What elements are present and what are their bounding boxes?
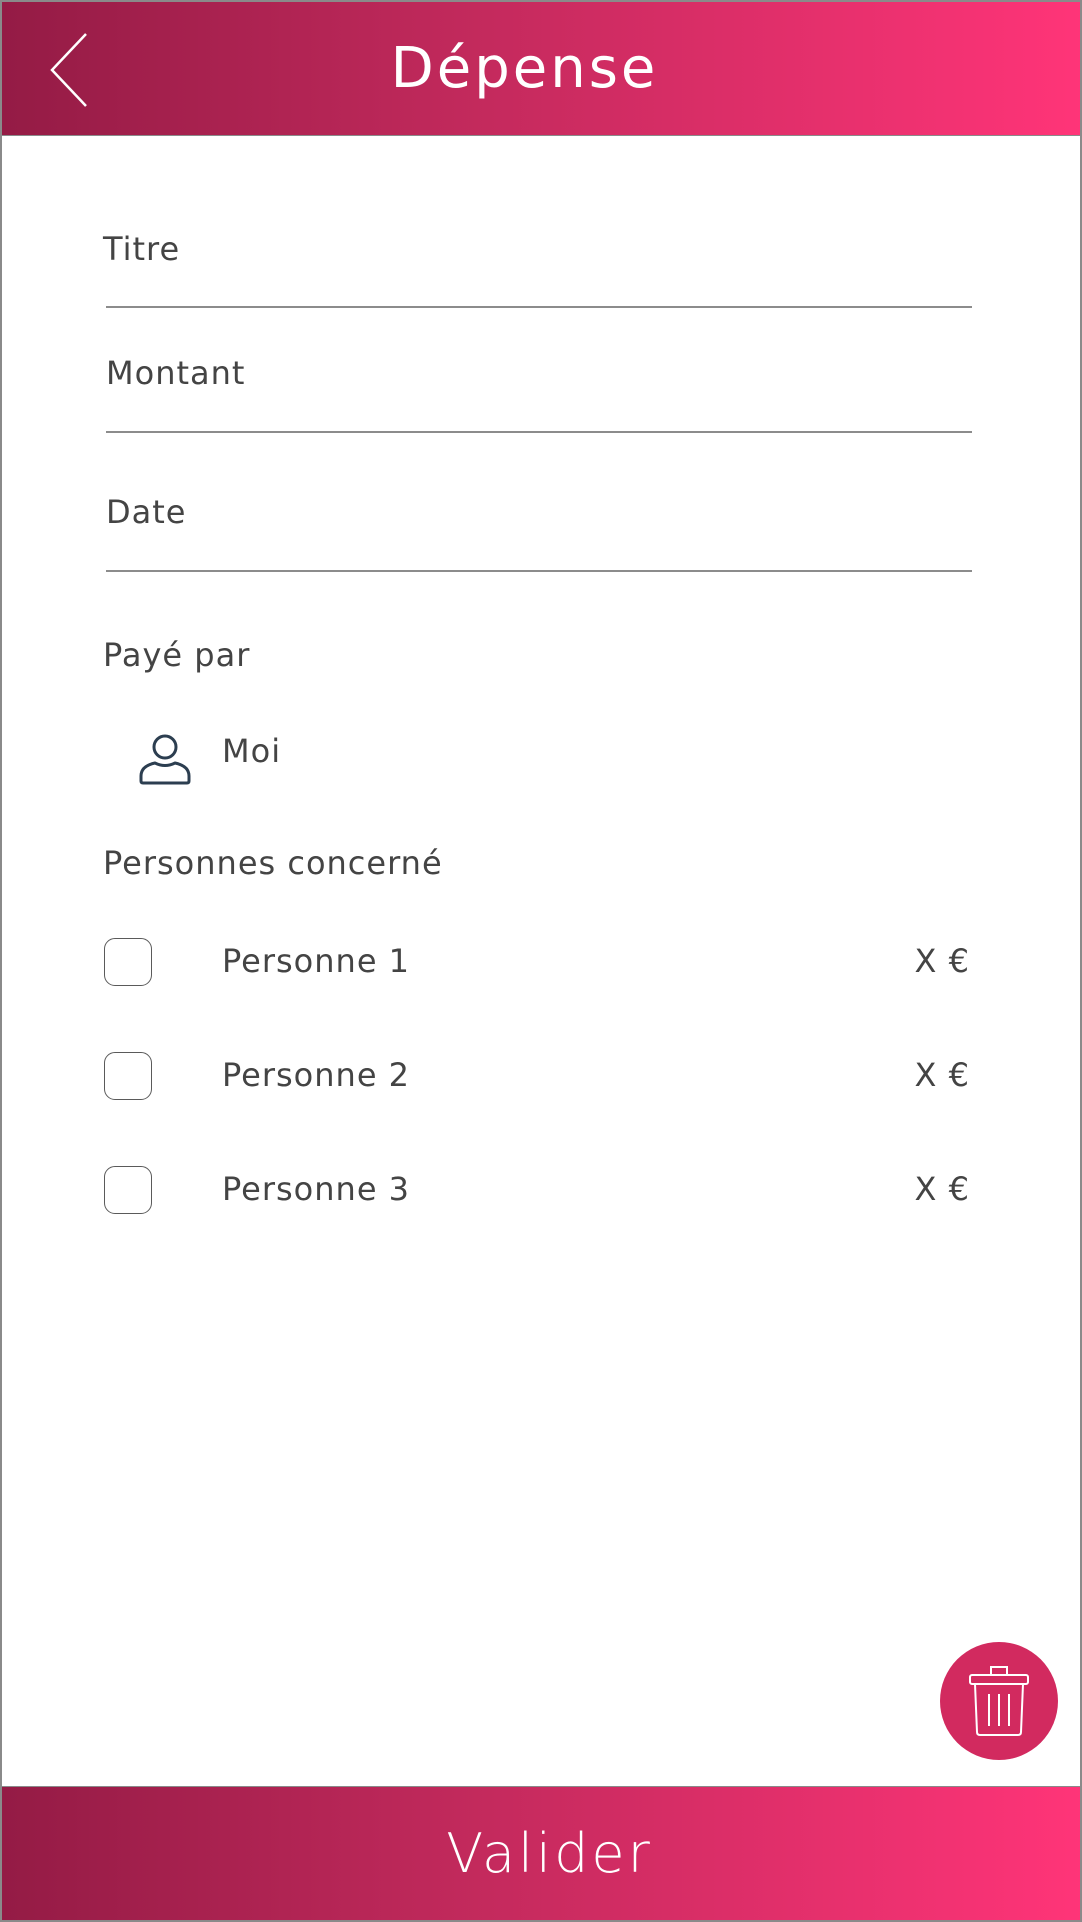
person-name: Personne 2	[222, 1056, 411, 1094]
amount-field-underline	[106, 431, 972, 433]
person-checkbox[interactable]	[104, 1166, 152, 1214]
amount-input[interactable]	[106, 362, 972, 432]
person-row: Personne 2 X €	[102, 1052, 977, 1108]
page-title: Dépense	[390, 36, 659, 101]
expense-screen: Dépense Titre Montant Date Payé par Moi …	[0, 0, 1082, 1922]
header-bar: Dépense	[2, 2, 1080, 136]
payer-name: Moi	[222, 732, 282, 770]
validate-button[interactable]: Valider	[2, 1786, 1080, 1920]
person-name: Personne 3	[222, 1170, 411, 1208]
delete-button[interactable]	[940, 1642, 1058, 1760]
person-amount: X €	[914, 942, 970, 980]
person-row: Personne 1 X €	[102, 938, 977, 994]
trash-icon	[969, 1666, 1029, 1736]
date-field-underline	[106, 570, 972, 572]
person-checkbox[interactable]	[104, 938, 152, 986]
person-amount: X €	[914, 1056, 970, 1094]
user-icon	[139, 734, 191, 785]
date-input[interactable]	[106, 501, 972, 571]
concerned-people-label: Personnes concerné	[103, 844, 443, 882]
person-name: Personne 1	[222, 942, 411, 980]
validate-label: Valider	[446, 1822, 653, 1885]
title-input[interactable]	[106, 238, 972, 308]
paid-by-label: Payé par	[103, 636, 251, 674]
payer-selector[interactable]: Moi	[132, 724, 532, 788]
person-amount: X €	[914, 1170, 970, 1208]
person-checkbox[interactable]	[104, 1052, 152, 1100]
person-row: Personne 3 X €	[102, 1166, 977, 1222]
title-field-underline	[106, 306, 972, 308]
